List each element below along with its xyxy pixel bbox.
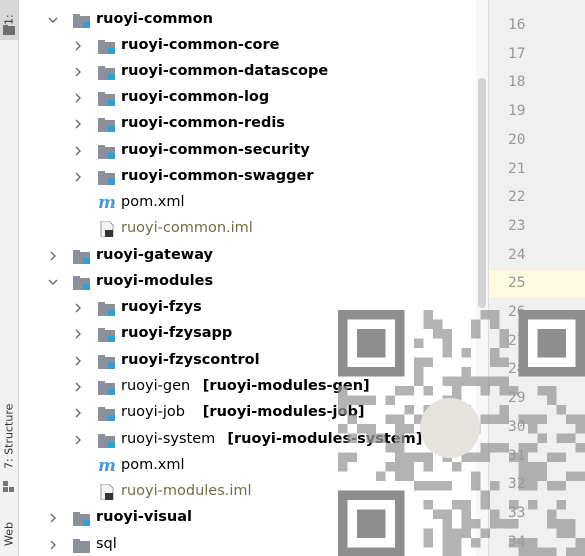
folder-icon: [3, 20, 15, 35]
qr-code-watermark: [338, 310, 585, 556]
line-number: 24: [508, 246, 526, 263]
tree-item-label: ruoyi-visual: [96, 509, 193, 525]
iml-file-icon: [100, 483, 114, 501]
maven-icon: m: [98, 456, 116, 476]
chevron-right-icon[interactable]: [73, 408, 83, 418]
module-folder-icon: [98, 39, 115, 54]
chevron-down-icon[interactable]: [48, 277, 58, 287]
tree-item-label: ruoyi-job: [121, 404, 185, 420]
chevron-right-icon[interactable]: [73, 303, 83, 313]
tree-item-label: ruoyi-modules: [96, 273, 214, 289]
module-folder-icon: [98, 91, 115, 106]
tree-row[interactable]: ruoyi-common-redis: [18, 111, 488, 137]
tree-row[interactable]: ruoyi-common-core: [18, 33, 488, 59]
chevron-right-icon[interactable]: [73, 67, 83, 77]
web-tool-tab[interactable]: Web: [0, 512, 18, 556]
chevron-right-icon[interactable]: [73, 356, 83, 366]
chevron-right-icon[interactable]: [73, 435, 83, 445]
module-folder-icon: [98, 327, 115, 342]
tree-item-label: ruoyi-common-security: [121, 142, 310, 158]
structure-tab-label: 7: Structure: [2, 403, 16, 469]
maven-icon: m: [98, 193, 116, 213]
line-number: 16: [508, 17, 526, 33]
module-folder-icon: [98, 406, 115, 421]
tree-item-label: pom.xml: [121, 194, 185, 210]
module-folder-icon: [98, 433, 115, 448]
folder-icon: [73, 538, 90, 553]
chevron-right-icon[interactable]: [73, 41, 83, 51]
tree-row[interactable]: ruoyi-common-log: [18, 85, 488, 111]
tree-item-label: ruoyi-fzys: [121, 299, 202, 315]
tree-item-label: pom.xml: [121, 457, 185, 473]
chevron-down-icon[interactable]: [48, 15, 58, 25]
tree-item-label: ruoyi-system: [121, 431, 216, 447]
module-folder-icon: [98, 354, 115, 369]
tree-row[interactable]: m pom.xml: [18, 190, 488, 216]
tree-row[interactable]: ruoyi-common-security: [18, 138, 488, 164]
module-folder-icon: [98, 117, 115, 132]
tree-row[interactable]: ruoyi-common.iml: [18, 216, 488, 242]
module-folder-icon: [73, 249, 90, 264]
line-number: 18: [508, 74, 526, 91]
tree-scrollbar-thumb[interactable]: [478, 78, 486, 308]
tree-item-label: ruoyi-common-core: [121, 37, 280, 53]
module-folder-icon: [73, 275, 90, 290]
tree-item-label: ruoyi-common.iml: [121, 220, 253, 236]
module-folder-icon: [98, 144, 115, 159]
tree-item-label: ruoyi-fzyscontrol: [121, 352, 260, 368]
module-folder-icon: [98, 170, 115, 185]
structure-icon: [3, 478, 15, 492]
line-number: 21: [508, 160, 526, 177]
tree-item-label: ruoyi-common-redis: [121, 115, 285, 131]
chevron-right-icon[interactable]: [48, 251, 58, 261]
chevron-right-icon[interactable]: [48, 513, 58, 523]
chevron-right-icon[interactable]: [73, 329, 83, 339]
chevron-right-icon[interactable]: [73, 382, 83, 392]
chevron-right-icon[interactable]: [73, 146, 83, 156]
chevron-right-icon[interactable]: [73, 93, 83, 103]
module-folder-icon: [98, 65, 115, 80]
tree-item-label: ruoyi-common-datascope: [121, 63, 329, 79]
tree-row[interactable]: ruoyi-common-swagger: [18, 164, 488, 190]
line-number: 22: [508, 189, 526, 206]
chevron-right-icon[interactable]: [48, 540, 58, 550]
chevron-right-icon[interactable]: [73, 172, 83, 182]
structure-tool-tab[interactable]: 7: Structure: [0, 398, 18, 474]
line-number: 17: [508, 45, 526, 62]
tree-item-label: ruoyi-gen: [121, 378, 191, 394]
tree-row[interactable]: ruoyi-common: [18, 7, 488, 33]
tree-item-label: ruoyi-common-log: [121, 89, 270, 105]
tree-row[interactable]: ruoyi-modules: [18, 269, 488, 295]
tree-item-label: sql: [96, 536, 117, 552]
tree-item-label: ruoyi-common: [96, 11, 213, 27]
web-tab-label: Web: [2, 522, 16, 546]
module-folder-icon: [73, 511, 90, 526]
line-number: 23: [508, 217, 526, 234]
chevron-right-icon[interactable]: [73, 119, 83, 129]
tree-item-label: ruoyi-gateway: [96, 247, 213, 263]
tree-row[interactable]: ruoyi-common-datascope: [18, 59, 488, 85]
line-number: 25: [508, 275, 526, 292]
line-number: 20: [508, 131, 526, 148]
line-number: 19: [508, 103, 526, 120]
module-folder-icon: [98, 380, 115, 395]
tree-item-label: ruoyi-fzysapp: [121, 325, 233, 341]
tree-item-label: ruoyi-common-swagger: [121, 168, 314, 184]
iml-file-icon: [100, 220, 114, 238]
tree-row[interactable]: ruoyi-gateway: [18, 243, 488, 269]
tree-item-label: ruoyi-modules.iml: [121, 483, 252, 499]
module-folder-icon: [73, 13, 90, 28]
module-folder-icon: [98, 301, 115, 316]
